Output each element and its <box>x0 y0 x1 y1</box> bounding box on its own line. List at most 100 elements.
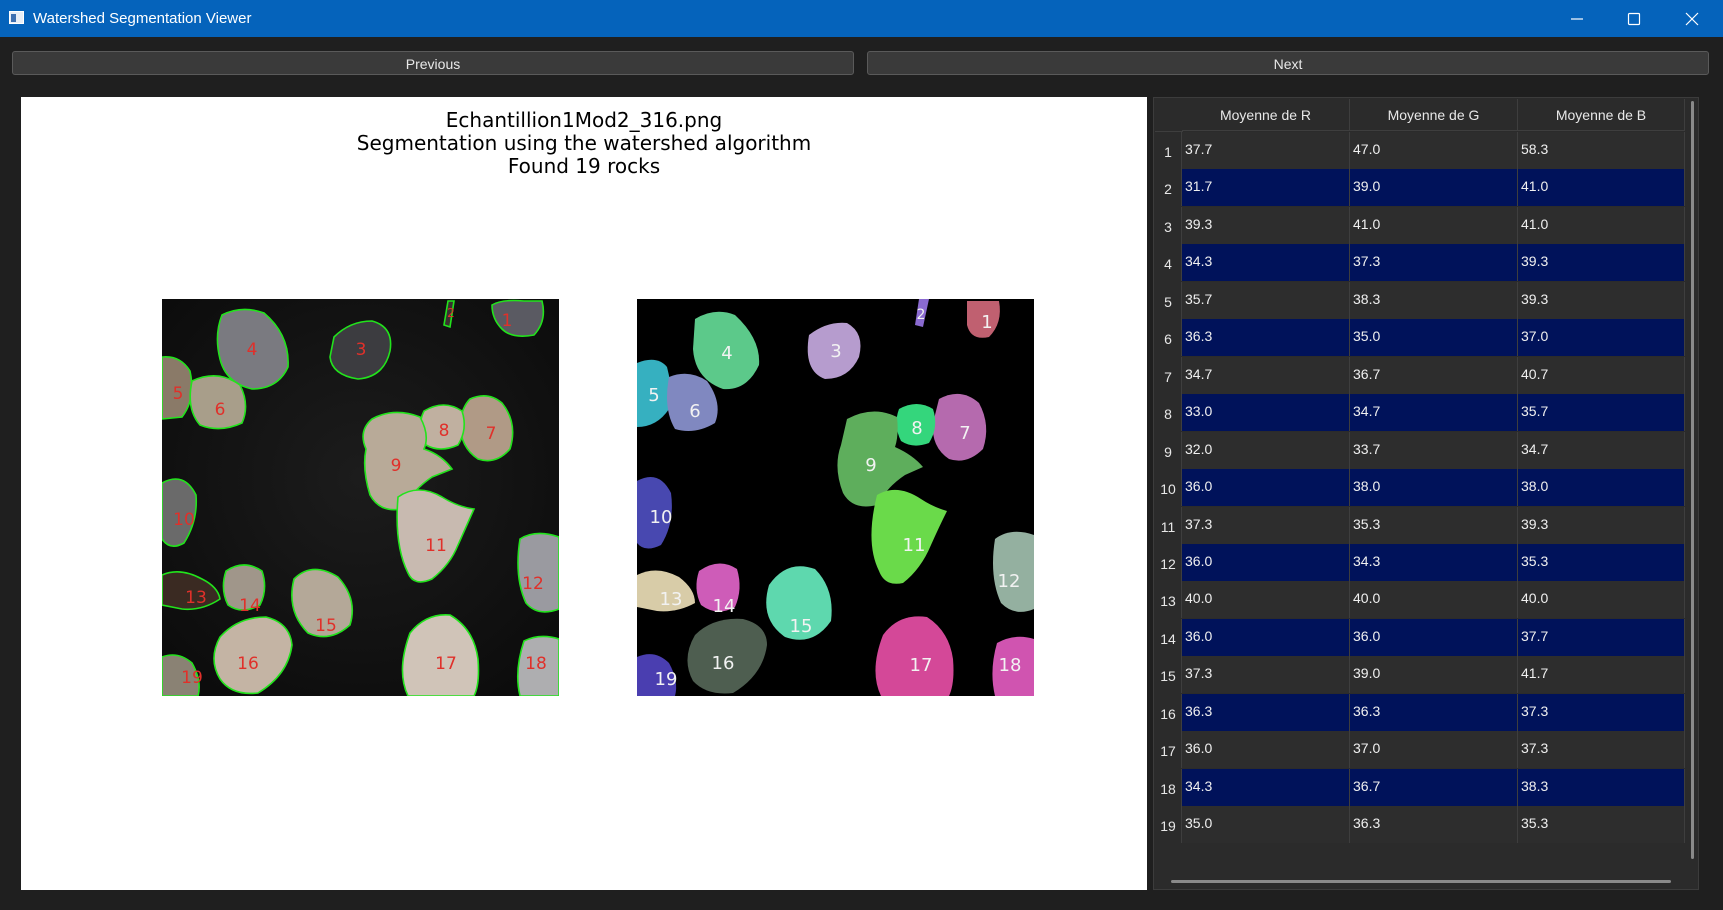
row-header[interactable]: 12 <box>1155 543 1182 581</box>
column-header-mean-b[interactable]: Moyenne de B <box>1518 99 1685 131</box>
cell-mean-r[interactable]: 40.0 <box>1182 581 1350 619</box>
table-row[interactable]: 3 39.3 41.0 41.0 <box>1155 206 1685 244</box>
cell-mean-r[interactable]: 34.7 <box>1182 356 1350 394</box>
row-header[interactable]: 16 <box>1155 693 1182 731</box>
table-row[interactable]: 7 34.7 36.7 40.7 <box>1155 356 1685 394</box>
cell-mean-g[interactable]: 38.3 <box>1350 281 1518 319</box>
cell-mean-b[interactable]: 39.3 <box>1518 281 1685 319</box>
cell-mean-b[interactable]: 37.7 <box>1518 618 1685 656</box>
previous-button[interactable]: Previous <box>12 51 854 75</box>
cell-mean-g[interactable]: 34.3 <box>1350 543 1518 581</box>
row-header[interactable]: 3 <box>1155 206 1182 244</box>
table-row[interactable]: 14 36.0 36.0 37.7 <box>1155 618 1685 656</box>
table-row[interactable]: 19 35.0 36.3 35.3 <box>1155 806 1685 844</box>
cell-mean-g[interactable]: 35.3 <box>1350 506 1518 544</box>
table-row[interactable]: 4 34.3 37.3 39.3 <box>1155 244 1685 282</box>
row-header[interactable]: 4 <box>1155 244 1182 282</box>
table-row[interactable]: 6 36.3 35.0 37.0 <box>1155 319 1685 357</box>
cell-mean-b[interactable]: 38.3 <box>1518 768 1685 806</box>
cell-mean-b[interactable]: 40.0 <box>1518 581 1685 619</box>
cell-mean-g[interactable]: 37.0 <box>1350 731 1518 769</box>
maximize-button[interactable] <box>1605 0 1663 37</box>
table-corner-button[interactable] <box>1155 99 1183 132</box>
cell-mean-r[interactable]: 36.3 <box>1182 319 1350 357</box>
cell-mean-b[interactable]: 41.0 <box>1518 169 1685 207</box>
cell-mean-g[interactable]: 36.7 <box>1350 768 1518 806</box>
cell-mean-b[interactable]: 41.7 <box>1518 656 1685 694</box>
cell-mean-g[interactable]: 35.0 <box>1350 319 1518 357</box>
table-row[interactable]: 18 34.3 36.7 38.3 <box>1155 768 1685 806</box>
cell-mean-r[interactable]: 37.7 <box>1182 132 1350 169</box>
cell-mean-b[interactable]: 38.0 <box>1518 469 1685 507</box>
cell-mean-g[interactable]: 36.0 <box>1350 618 1518 656</box>
cell-mean-g[interactable]: 33.7 <box>1350 431 1518 469</box>
cell-mean-b[interactable]: 35.3 <box>1518 543 1685 581</box>
cell-mean-r[interactable]: 39.3 <box>1182 206 1350 244</box>
cell-mean-b[interactable]: 35.7 <box>1518 394 1685 432</box>
row-header[interactable]: 11 <box>1155 506 1182 544</box>
row-header[interactable]: 2 <box>1155 169 1182 207</box>
row-header[interactable]: 18 <box>1155 768 1182 806</box>
cell-mean-r[interactable]: 37.3 <box>1182 506 1350 544</box>
cell-mean-g[interactable]: 36.3 <box>1350 806 1518 844</box>
cell-mean-g[interactable]: 47.0 <box>1350 132 1518 169</box>
cell-mean-r[interactable]: 36.0 <box>1182 543 1350 581</box>
cell-mean-g[interactable]: 37.3 <box>1350 244 1518 282</box>
cell-mean-b[interactable]: 34.7 <box>1518 431 1685 469</box>
next-button[interactable]: Next <box>867 51 1709 75</box>
cell-mean-r[interactable]: 37.3 <box>1182 656 1350 694</box>
cell-mean-r[interactable]: 35.7 <box>1182 281 1350 319</box>
column-header-mean-r[interactable]: Moyenne de R <box>1182 99 1350 131</box>
cell-mean-r[interactable]: 36.0 <box>1182 469 1350 507</box>
cell-mean-r[interactable]: 31.7 <box>1182 169 1350 207</box>
cell-mean-g[interactable]: 34.7 <box>1350 394 1518 432</box>
row-header[interactable]: 13 <box>1155 581 1182 619</box>
close-button[interactable] <box>1663 0 1721 37</box>
cell-mean-r[interactable]: 36.0 <box>1182 618 1350 656</box>
minimize-button[interactable] <box>1548 0 1606 37</box>
table-row[interactable]: 5 35.7 38.3 39.3 <box>1155 281 1685 319</box>
cell-mean-b[interactable]: 37.3 <box>1518 731 1685 769</box>
table-row[interactable]: 11 37.3 35.3 39.3 <box>1155 506 1685 544</box>
cell-mean-b[interactable]: 40.7 <box>1518 356 1685 394</box>
cell-mean-r[interactable]: 36.0 <box>1182 731 1350 769</box>
cell-mean-g[interactable]: 38.0 <box>1350 469 1518 507</box>
cell-mean-b[interactable]: 41.0 <box>1518 206 1685 244</box>
row-header[interactable]: 14 <box>1155 618 1182 656</box>
table-row[interactable]: 10 36.0 38.0 38.0 <box>1155 469 1685 507</box>
row-header[interactable]: 1 <box>1155 132 1182 169</box>
cell-mean-b[interactable]: 39.3 <box>1518 506 1685 544</box>
cell-mean-b[interactable]: 37.3 <box>1518 693 1685 731</box>
row-header[interactable]: 9 <box>1155 431 1182 469</box>
cell-mean-r[interactable]: 34.3 <box>1182 768 1350 806</box>
cell-mean-g[interactable]: 39.0 <box>1350 169 1518 207</box>
row-header[interactable]: 7 <box>1155 356 1182 394</box>
cell-mean-r[interactable]: 36.3 <box>1182 693 1350 731</box>
column-header-mean-g[interactable]: Moyenne de G <box>1350 99 1518 131</box>
table-row[interactable]: 9 32.0 33.7 34.7 <box>1155 431 1685 469</box>
table-row[interactable]: 12 36.0 34.3 35.3 <box>1155 543 1685 581</box>
cell-mean-g[interactable]: 36.3 <box>1350 693 1518 731</box>
table-row[interactable]: 17 36.0 37.0 37.3 <box>1155 731 1685 769</box>
table-row[interactable]: 16 36.3 36.3 37.3 <box>1155 693 1685 731</box>
row-header[interactable]: 6 <box>1155 319 1182 357</box>
row-header[interactable]: 10 <box>1155 469 1182 507</box>
cell-mean-b[interactable]: 39.3 <box>1518 244 1685 282</box>
horizontal-scrollbar[interactable] <box>1171 880 1671 883</box>
row-header[interactable]: 17 <box>1155 731 1182 769</box>
cell-mean-r[interactable]: 34.3 <box>1182 244 1350 282</box>
cell-mean-r[interactable]: 35.0 <box>1182 806 1350 844</box>
cell-mean-g[interactable]: 40.0 <box>1350 581 1518 619</box>
table-row[interactable]: 15 37.3 39.0 41.7 <box>1155 656 1685 694</box>
table-row[interactable]: 1 37.7 47.0 58.3 <box>1155 132 1685 169</box>
cell-mean-g[interactable]: 41.0 <box>1350 206 1518 244</box>
table-row[interactable]: 8 33.0 34.7 35.7 <box>1155 394 1685 432</box>
cell-mean-g[interactable]: 39.0 <box>1350 656 1518 694</box>
cell-mean-g[interactable]: 36.7 <box>1350 356 1518 394</box>
row-header[interactable]: 19 <box>1155 806 1182 844</box>
table-row[interactable]: 13 40.0 40.0 40.0 <box>1155 581 1685 619</box>
cell-mean-b[interactable]: 37.0 <box>1518 319 1685 357</box>
vertical-scrollbar[interactable] <box>1691 101 1694 859</box>
cell-mean-b[interactable]: 35.3 <box>1518 806 1685 844</box>
cell-mean-r[interactable]: 32.0 <box>1182 431 1350 469</box>
